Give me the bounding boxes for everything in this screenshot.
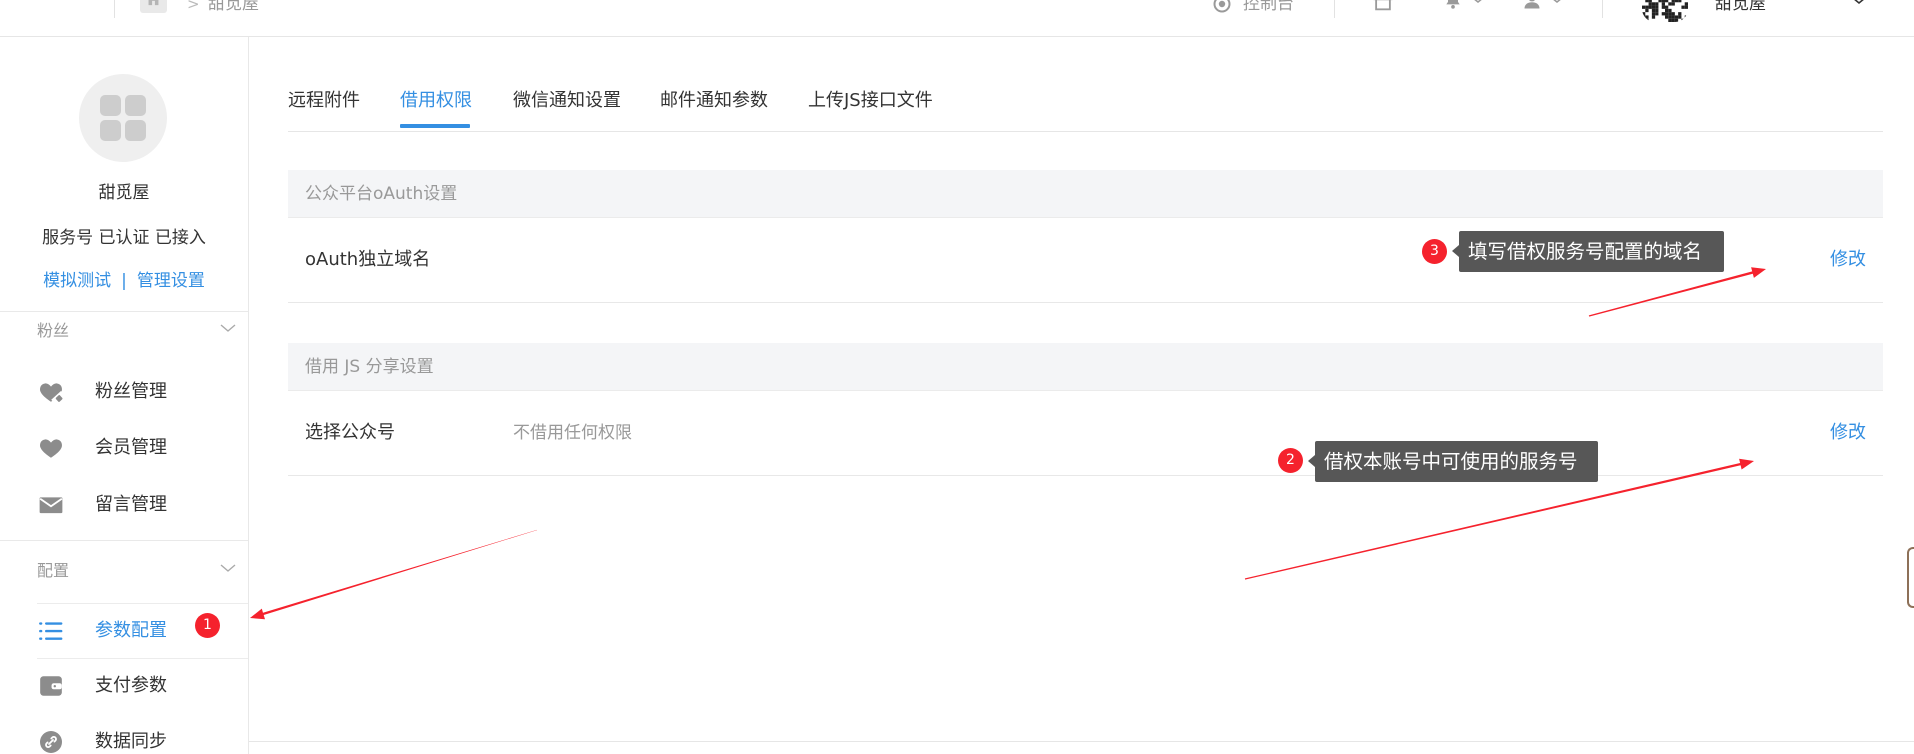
tab-bar-border (288, 131, 1883, 132)
header-divider (1602, 0, 1603, 18)
section-title: 借用 JS 分享设置 (305, 357, 434, 377)
user-icon[interactable] (1522, 0, 1542, 11)
mail-icon (38, 492, 64, 518)
manage-settings-link[interactable]: 管理设置 (137, 269, 205, 293)
edit-button[interactable]: 修改 (1830, 218, 1866, 302)
sidebar-item-message-manage[interactable]: 留言管理 (0, 481, 248, 529)
edit-button[interactable]: 修改 (1830, 391, 1866, 475)
list-icon (38, 618, 64, 644)
sidebar-divider (0, 311, 248, 312)
main-content: 远程附件 借用权限 微信通知设置 邮件通知参数 上传JS接口文件 公众平台oAu… (249, 37, 1914, 754)
header-divider (114, 0, 115, 18)
tab-borrow-permission[interactable]: 借用权限 (400, 90, 472, 112)
wallet-icon (38, 673, 64, 699)
tab-mail-notify[interactable]: 邮件通知参数 (660, 90, 768, 112)
sidebar: 甜觅屋 服务号 已认证 已接入 模拟测试 | 管理设置 粉丝 粉丝管理 会员管理 留… (0, 37, 249, 754)
sidebar-item-label: 留言管理 (95, 494, 167, 515)
footer-divider (249, 741, 1914, 742)
sidebar-item-member-manage[interactable]: 会员管理 (0, 424, 248, 472)
fans-manage-icon (38, 379, 64, 405)
console-link[interactable]: 控制台 (1243, 0, 1294, 14)
sidebar-item-label: 参数配置 (95, 620, 167, 641)
group-title-fans[interactable]: 粉丝 (37, 321, 69, 341)
simulate-test-link[interactable]: 模拟测试 (43, 269, 111, 293)
tab-upload-js[interactable]: 上传JS接口文件 (808, 90, 933, 112)
account-avatar (79, 74, 167, 162)
section-header-oauth: 公众平台oAuth设置 (288, 170, 1883, 218)
top-bar: > 甜觅屋 控制台 甜觅屋 (0, 0, 1914, 37)
store-icon[interactable] (1372, 0, 1394, 13)
row-label: oAuth独立域名 (305, 249, 431, 270)
section-title: 公众平台oAuth设置 (305, 184, 458, 204)
link-separator: | (121, 271, 127, 291)
bell-icon[interactable] (1443, 0, 1463, 11)
sidebar-item-payment-params[interactable]: 支付参数 (0, 662, 248, 710)
tab-remote-attachment[interactable]: 远程附件 (288, 90, 360, 112)
breadcrumb-current[interactable]: 甜觅屋 (208, 0, 259, 14)
chevron-down-icon[interactable] (1472, 0, 1484, 5)
sidebar-item-label: 支付参数 (95, 675, 167, 696)
chevron-down-icon[interactable] (219, 321, 237, 335)
account-title: 甜觅屋 (98, 183, 150, 203)
chevron-down-icon[interactable] (219, 561, 237, 575)
section-header-js-share: 借用 JS 分享设置 (288, 343, 1883, 391)
console-icon[interactable] (1213, 0, 1231, 13)
account-name[interactable]: 甜觅屋 (1715, 0, 1766, 14)
home-icon[interactable] (140, 0, 167, 13)
sidebar-item-label: 会员管理 (95, 437, 167, 458)
account-status: 服务号 已认证 已接入 (42, 228, 206, 248)
active-tab-indicator (400, 124, 470, 128)
sidebar-item-param-config[interactable]: 参数配置 (37, 603, 248, 659)
header-divider (1334, 0, 1335, 18)
setting-row-select-account: 选择公众号 不借用任何权限 修改 (288, 391, 1883, 476)
sidebar-item-data-sync[interactable]: 数据同步 (0, 730, 248, 754)
qr-code-avatar[interactable] (1642, 0, 1688, 22)
setting-row-oauth-domain: oAuth独立域名 修改 (288, 218, 1883, 303)
chevron-down-icon[interactable] (1551, 0, 1563, 5)
chevron-down-icon[interactable] (1852, 0, 1866, 6)
account-links: 模拟测试 | 管理设置 (0, 269, 248, 293)
heart-icon (38, 435, 64, 461)
tab-wechat-notify[interactable]: 微信通知设置 (513, 90, 621, 112)
floating-side-widget[interactable] (1907, 547, 1914, 608)
group-title-config[interactable]: 配置 (37, 561, 69, 581)
sidebar-item-fans-manage[interactable]: 粉丝管理 (0, 368, 248, 416)
sidebar-item-label: 粉丝管理 (95, 381, 167, 402)
sidebar-item-label: 数据同步 (95, 731, 167, 752)
breadcrumb-separator: > (187, 0, 200, 13)
link-icon (39, 730, 63, 754)
row-value: 不借用任何权限 (513, 423, 632, 443)
row-label: 选择公众号 (305, 422, 395, 443)
sidebar-divider (0, 540, 248, 541)
